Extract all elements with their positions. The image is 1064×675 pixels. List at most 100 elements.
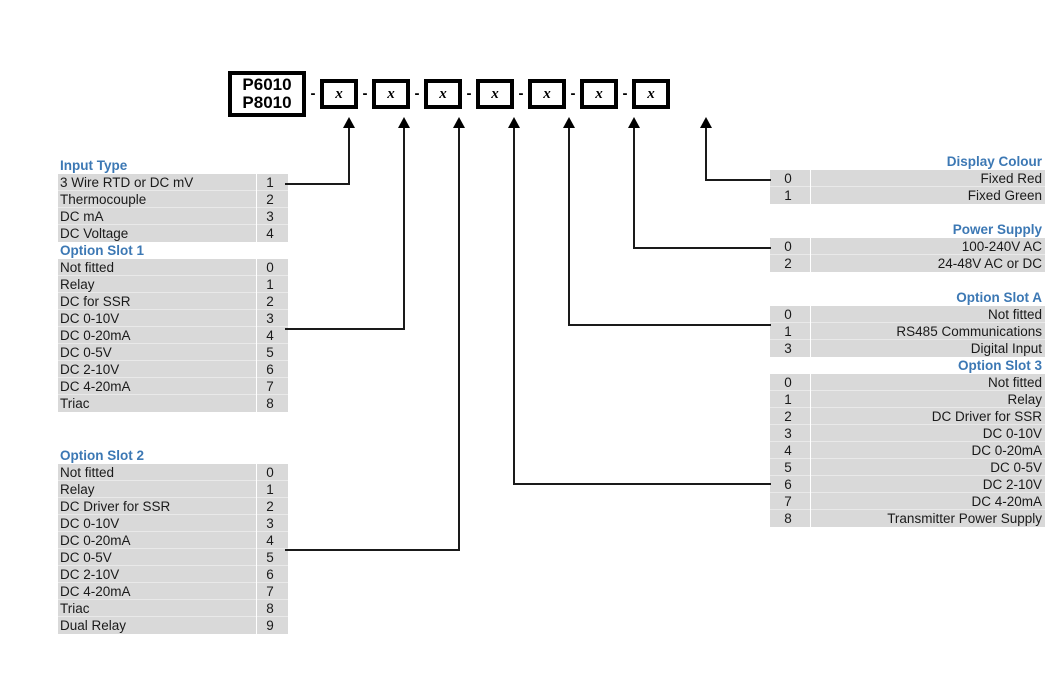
connector-5-arrowhead <box>563 117 575 128</box>
table-row[interactable]: DC 0-20mA 4 <box>58 532 288 549</box>
column-divider <box>256 395 257 412</box>
column-divider <box>810 476 811 493</box>
table-row[interactable]: DC mA 3 <box>58 208 288 225</box>
row-code: 2 <box>266 499 274 514</box>
separator-dash-1: - <box>310 85 316 102</box>
connector-5-vertical <box>568 127 570 325</box>
digit-box-4[interactable]: x <box>476 79 514 109</box>
table-row[interactable]: DC 4-20mA 7 <box>58 583 288 600</box>
table-row[interactable]: Thermocouple 2 <box>58 191 288 208</box>
row-code: 0 <box>784 171 792 186</box>
column-divider <box>256 498 257 515</box>
connector-7-vertical <box>705 127 707 180</box>
row-label: Transmitter Power Supply <box>887 511 1042 526</box>
table-row[interactable]: Triac 8 <box>58 600 288 617</box>
table-row[interactable]: 0 100-240V AC <box>770 238 1045 255</box>
table-row[interactable]: DC 2-10V 6 <box>58 566 288 583</box>
column-divider <box>810 425 811 442</box>
row-label: 100-240V AC <box>961 239 1042 254</box>
table-row[interactable]: Relay 1 <box>58 276 288 293</box>
column-divider <box>256 259 257 276</box>
row-label: DC 4-20mA <box>971 494 1042 509</box>
row-label: DC mA <box>60 209 104 224</box>
model-number-selection-diagram: P6010 P8010 - x - x - x - x - x - x - x … <box>0 0 1064 675</box>
row-code: 2 <box>784 409 792 424</box>
table-row[interactable]: 8 Transmitter Power Supply <box>770 510 1045 527</box>
table-row[interactable]: 7 DC 4-20mA <box>770 493 1045 510</box>
digit-box-5[interactable]: x <box>528 79 566 109</box>
separator-dash-2: - <box>362 85 368 102</box>
column-divider <box>256 276 257 293</box>
column-divider <box>256 191 257 208</box>
table-row[interactable]: Dual Relay 9 <box>58 617 288 634</box>
table-row[interactable]: DC 2-10V 6 <box>58 361 288 378</box>
column-divider <box>256 600 257 617</box>
row-code: 8 <box>266 396 274 411</box>
table-row[interactable]: Not fitted 0 <box>58 464 288 481</box>
row-code: 7 <box>784 494 792 509</box>
table-row[interactable]: 0 Fixed Red <box>770 170 1045 187</box>
table-option-slot-3: Option Slot 3 0 Not fitted 1 Relay 2 DC Dri… <box>770 357 1045 527</box>
connector-3-horizontal <box>285 549 460 551</box>
column-divider <box>810 340 811 357</box>
table-option-slot-2: Option Slot 2 Not fitted 0 Relay 1 DC Driv… <box>58 447 288 634</box>
table-row[interactable]: DC 0-5V 5 <box>58 549 288 566</box>
table-row[interactable]: DC 0-20mA 4 <box>58 327 288 344</box>
table-row[interactable]: 3 Digital Input <box>770 340 1045 357</box>
table-row[interactable]: DC Driver for SSR 2 <box>58 498 288 515</box>
digit-box-1[interactable]: x <box>320 79 358 109</box>
connector-4-vertical <box>513 127 515 484</box>
row-label: DC 0-10V <box>982 426 1042 441</box>
digit-box-3[interactable]: x <box>424 79 462 109</box>
table-row[interactable]: Not fitted 0 <box>58 259 288 276</box>
digit-box-7[interactable]: x <box>632 79 670 109</box>
row-label: DC 0-20mA <box>60 328 131 343</box>
digit-placeholder-5: x <box>543 85 551 102</box>
row-label: Triac <box>60 396 90 411</box>
row-label: Triac <box>60 601 90 616</box>
table-row[interactable]: DC Voltage 4 <box>58 225 288 242</box>
table-row[interactable]: DC 0-10V 3 <box>58 310 288 327</box>
table-row[interactable]: Triac 8 <box>58 395 288 412</box>
table-row[interactable]: 2 DC Driver for SSR <box>770 408 1045 425</box>
column-divider <box>256 515 257 532</box>
table-row[interactable]: DC 0-10V 3 <box>58 515 288 532</box>
column-divider <box>810 306 811 323</box>
column-divider <box>256 617 257 634</box>
table-row[interactable]: 1 Fixed Green <box>770 187 1045 204</box>
row-label: Not fitted <box>987 375 1042 390</box>
separator-dash-7: - <box>622 85 628 102</box>
table-row[interactable]: 4 DC 0-20mA <box>770 442 1045 459</box>
table-row[interactable]: DC 0-5V 5 <box>58 344 288 361</box>
row-code: 9 <box>266 618 274 633</box>
table-row[interactable]: DC 4-20mA 7 <box>58 378 288 395</box>
table-row[interactable]: 2 24-48V AC or DC <box>770 255 1045 272</box>
row-label: RS485 Communications <box>896 324 1042 339</box>
column-divider <box>810 459 811 476</box>
row-label: Not fitted <box>987 307 1042 322</box>
table-row[interactable]: 3 Wire RTD or DC mV 1 <box>58 174 288 191</box>
table-row[interactable]: 1 RS485 Communications <box>770 323 1045 340</box>
table-heading-input-type: Input Type <box>58 157 288 174</box>
column-divider <box>256 532 257 549</box>
table-row[interactable]: 3 DC 0-10V <box>770 425 1045 442</box>
table-row[interactable]: 6 DC 2-10V <box>770 476 1045 493</box>
column-divider <box>810 510 811 527</box>
connector-4-horizontal <box>513 483 771 485</box>
table-row[interactable]: 0 Not fitted <box>770 374 1045 391</box>
table-row[interactable]: 0 Not fitted <box>770 306 1045 323</box>
table-row[interactable]: 5 DC 0-5V <box>770 459 1045 476</box>
column-divider <box>810 238 811 255</box>
row-label: Thermocouple <box>60 192 147 207</box>
column-divider <box>256 293 257 310</box>
model-family-line-1: P6010 <box>242 75 292 94</box>
table-row[interactable]: 1 Relay <box>770 391 1045 408</box>
column-divider <box>256 378 257 395</box>
row-code: 4 <box>266 328 274 343</box>
digit-box-6[interactable]: x <box>580 79 618 109</box>
separator-dash-4: - <box>466 85 472 102</box>
table-row[interactable]: Relay 1 <box>58 481 288 498</box>
table-row[interactable]: DC for SSR 2 <box>58 293 288 310</box>
row-label: Fixed Red <box>980 171 1042 186</box>
digit-box-2[interactable]: x <box>372 79 410 109</box>
